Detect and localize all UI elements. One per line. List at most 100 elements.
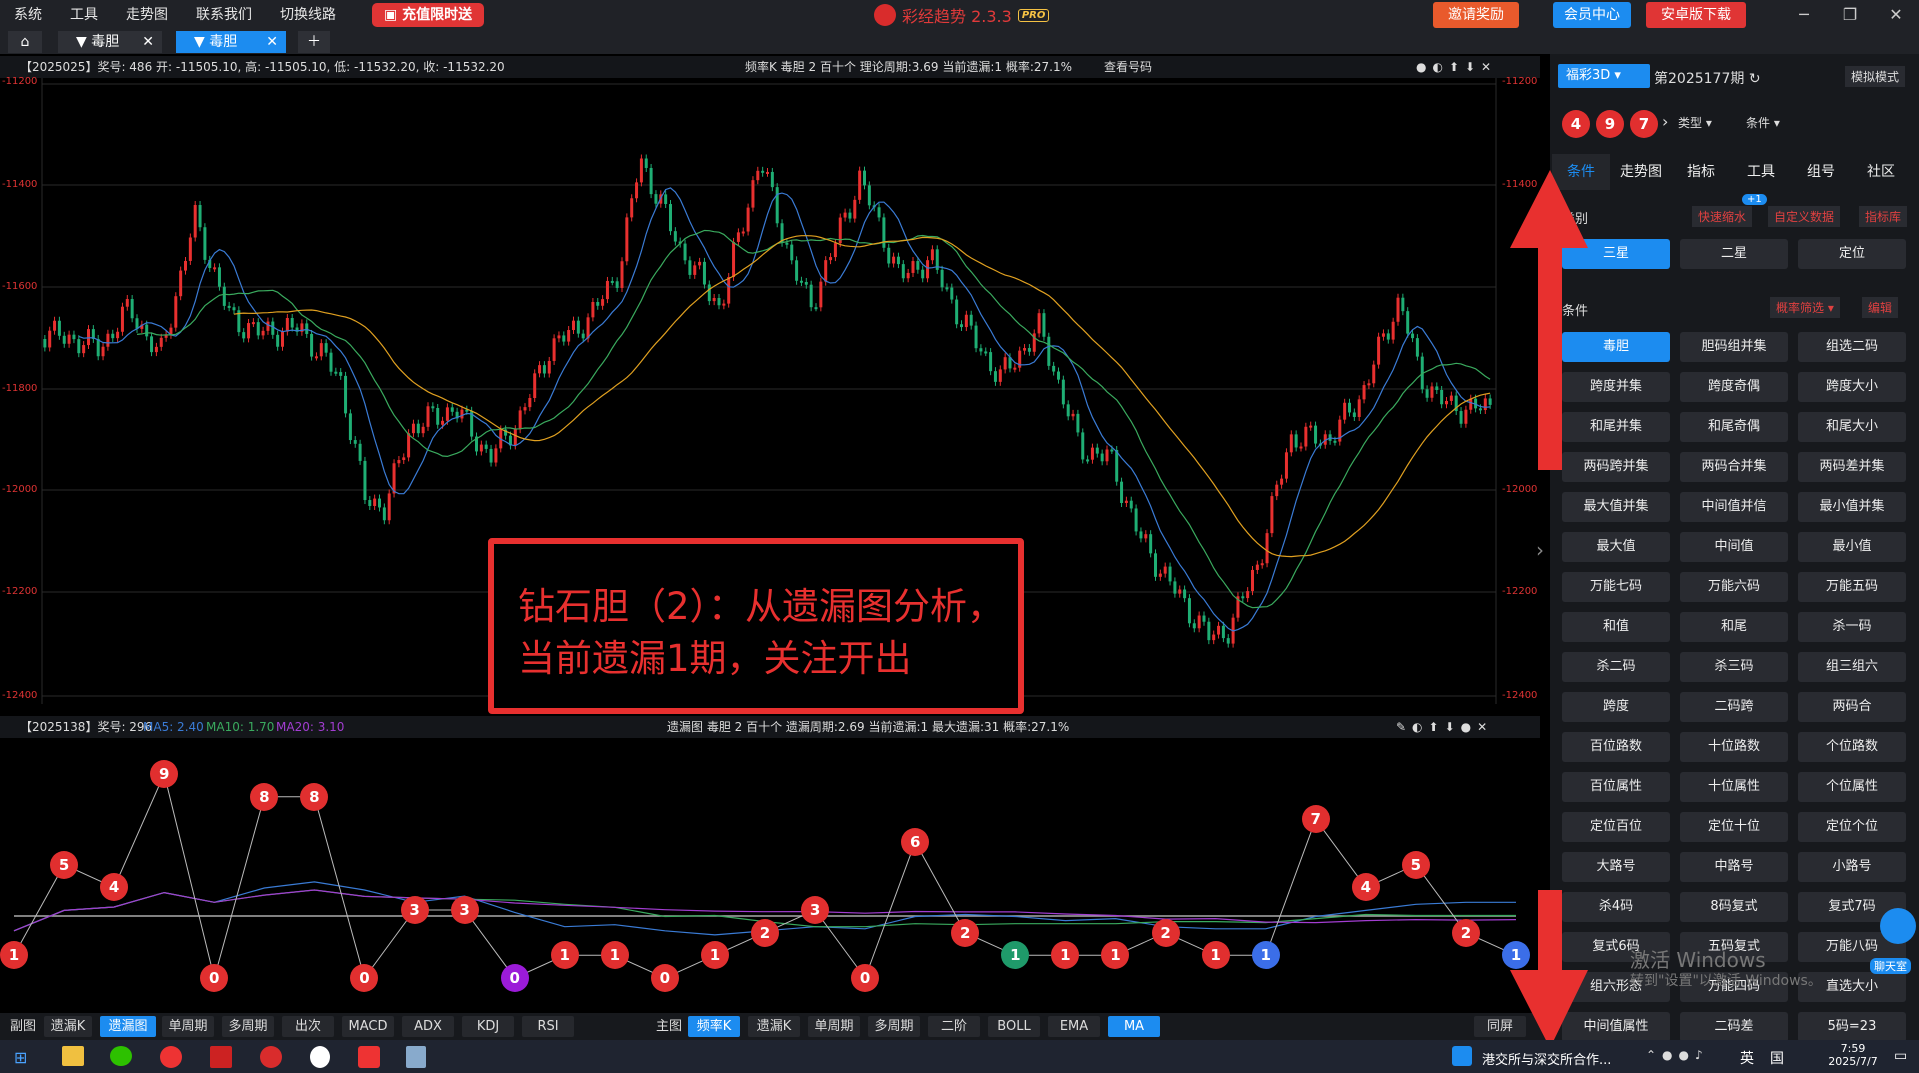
btn-adx[interactable]: ADX bbox=[402, 1016, 454, 1037]
tab-right-5[interactable]: 社区 bbox=[1852, 154, 1910, 190]
type-select[interactable]: 类型 ▾ bbox=[1678, 114, 1738, 131]
add-tab-icon[interactable]: ＋ bbox=[298, 31, 330, 53]
omission-ball[interactable]: 0 bbox=[500, 964, 529, 992]
condition-41[interactable]: 小路号 bbox=[1798, 852, 1906, 882]
omission-ball[interactable]: 3 bbox=[801, 896, 830, 925]
omission-ball[interactable]: 1 bbox=[550, 941, 579, 970]
ime-indicator[interactable]: 英 bbox=[1740, 1048, 1754, 1068]
omission-ball[interactable]: 3 bbox=[400, 896, 429, 925]
condition-35[interactable]: 个位属性 bbox=[1798, 772, 1906, 802]
btn-main-single-period[interactable]: 单周期 bbox=[808, 1016, 860, 1037]
condition-37[interactable]: 定位十位 bbox=[1680, 812, 1788, 842]
condition-4[interactable]: 跨度奇偶 bbox=[1680, 372, 1788, 402]
tab-right-1[interactable]: 走势图 bbox=[1612, 154, 1670, 190]
condition-32[interactable]: 个位路数 bbox=[1798, 732, 1906, 762]
btn-macd[interactable]: MACD bbox=[342, 1016, 394, 1037]
omission-ball[interactable]: 1 bbox=[600, 941, 629, 970]
btn-ema[interactable]: EMA bbox=[1048, 1016, 1100, 1037]
tab-1[interactable]: ▼ 毒胆 ✕ bbox=[58, 31, 162, 53]
condition-28[interactable]: 二码跨 bbox=[1680, 692, 1788, 722]
omission-ball[interactable]: 1 bbox=[1251, 941, 1280, 970]
omission-ball[interactable]: 5 bbox=[50, 850, 79, 879]
lottery-select[interactable]: 福彩3D ▾ bbox=[1558, 64, 1650, 88]
home-icon[interactable]: ⌂ bbox=[8, 31, 42, 53]
omission-ball[interactable]: 1 bbox=[1201, 941, 1230, 970]
omission-ball[interactable]: 4 bbox=[1351, 873, 1380, 902]
btn-rsi[interactable]: RSI bbox=[522, 1016, 574, 1037]
tray-icons[interactable]: ⌃●●♪ bbox=[1646, 1048, 1709, 1062]
member-center-button[interactable]: 会员中心 bbox=[1553, 2, 1631, 28]
tab-right-3[interactable]: 工具 bbox=[1732, 154, 1790, 190]
omission-ball[interactable]: 2 bbox=[951, 918, 980, 947]
windows-start-icon[interactable]: ⊞ bbox=[14, 1048, 27, 1067]
wps-icon[interactable] bbox=[358, 1046, 380, 1068]
omission-chart[interactable]: 1549088033011012306211121174521 bbox=[0, 738, 1540, 1013]
condition-select[interactable]: 条件 ▾ bbox=[1746, 114, 1806, 131]
condition-25[interactable]: 杀三码 bbox=[1680, 652, 1788, 682]
condition-2[interactable]: 组选二码 bbox=[1798, 332, 1906, 362]
chat-room-label[interactable]: 聊天室 bbox=[1870, 958, 1911, 974]
news-icon[interactable] bbox=[1452, 1046, 1472, 1066]
qq-icon[interactable] bbox=[310, 1046, 330, 1068]
simulate-mode-button[interactable]: 模拟模式 bbox=[1845, 66, 1906, 87]
check-numbers-link[interactable]: 查看号码 bbox=[1104, 56, 1152, 78]
close-icon[interactable]: ✕ bbox=[1874, 0, 1918, 30]
promo-button[interactable]: ▣ 充值限时送 bbox=[372, 3, 485, 27]
custom-data-button[interactable]: 自定义数据 bbox=[1768, 206, 1841, 227]
chevron-right-icon[interactable]: › bbox=[1662, 112, 1668, 131]
invite-button[interactable]: 邀请奖励 bbox=[1433, 2, 1519, 28]
menu-tools[interactable]: 工具 bbox=[56, 0, 112, 30]
news-ticker[interactable]: 港交所与深交所合作... bbox=[1482, 1049, 1611, 1068]
condition-23[interactable]: 杀一码 bbox=[1798, 612, 1906, 642]
btn-boll[interactable]: BOLL bbox=[988, 1016, 1040, 1037]
btn-second-order[interactable]: 二阶 bbox=[928, 1016, 980, 1037]
condition-5[interactable]: 跨度大小 bbox=[1798, 372, 1906, 402]
btn-occurrences[interactable]: 出次 bbox=[282, 1016, 334, 1037]
condition-17[interactable]: 最小值 bbox=[1798, 532, 1906, 562]
notepad-icon[interactable] bbox=[406, 1046, 426, 1068]
refresh-icon[interactable]: ↻ bbox=[1749, 71, 1761, 87]
condition-11[interactable]: 两码差并集 bbox=[1798, 452, 1906, 482]
condition-38[interactable]: 定位个位 bbox=[1798, 812, 1906, 842]
omission-ball[interactable]: 0 bbox=[650, 964, 679, 992]
main-chart[interactable]: -11200 -11400 -11600 -11800 -12000 -1220… bbox=[0, 76, 1544, 716]
wechat-icon[interactable] bbox=[110, 1046, 132, 1066]
condition-8[interactable]: 和尾大小 bbox=[1798, 412, 1906, 442]
condition-16[interactable]: 中间值 bbox=[1680, 532, 1788, 562]
btn-omission-k[interactable]: 遗漏K bbox=[44, 1016, 92, 1037]
condition-26[interactable]: 组三组六 bbox=[1798, 652, 1906, 682]
condition-34[interactable]: 十位属性 bbox=[1680, 772, 1788, 802]
category-two-star[interactable]: 二星 bbox=[1680, 239, 1788, 269]
condition-19[interactable]: 万能六码 bbox=[1680, 572, 1788, 602]
explorer-icon[interactable] bbox=[62, 1046, 84, 1066]
btn-main-omission-k[interactable]: 遗漏K bbox=[748, 1016, 800, 1037]
condition-10[interactable]: 两码合并集 bbox=[1680, 452, 1788, 482]
condition-40[interactable]: 中路号 bbox=[1680, 852, 1788, 882]
sub-tool-icons[interactable]: ✎◐⬆⬇●✕ bbox=[1396, 716, 1493, 738]
restore-icon[interactable]: ❐ bbox=[1828, 0, 1872, 30]
omission-ball[interactable]: 7 bbox=[1301, 805, 1330, 834]
omission-ball[interactable]: 0 bbox=[851, 964, 880, 992]
omission-ball[interactable]: 2 bbox=[1451, 918, 1480, 947]
omission-ball[interactable]: 2 bbox=[1151, 918, 1180, 947]
quick-shrink-button[interactable]: 快速缩水 bbox=[1692, 206, 1753, 227]
condition-1[interactable]: 胆码组并集 bbox=[1680, 332, 1788, 362]
category-position[interactable]: 定位 bbox=[1798, 239, 1906, 269]
minimize-icon[interactable]: ─ bbox=[1782, 0, 1826, 30]
ime-mode[interactable]: 国 bbox=[1770, 1048, 1784, 1068]
notification-icon[interactable]: ▭ bbox=[1894, 1048, 1907, 1064]
btn-frequency-k[interactable]: 频率K bbox=[688, 1016, 740, 1037]
btn-omission-chart[interactable]: 遗漏图 bbox=[100, 1016, 156, 1037]
condition-20[interactable]: 万能五码 bbox=[1798, 572, 1906, 602]
close-tab-icon[interactable]: ✕ bbox=[142, 31, 154, 53]
btn-multi-period[interactable]: 多周期 bbox=[222, 1016, 274, 1037]
omission-ball[interactable]: 2 bbox=[751, 918, 779, 947]
btn-main-multi-period[interactable]: 多周期 bbox=[868, 1016, 920, 1037]
condition-52[interactable]: 二码差 bbox=[1680, 1012, 1788, 1042]
omission-ball[interactable]: 8 bbox=[250, 782, 279, 811]
edit-button[interactable]: 编辑 bbox=[1862, 297, 1899, 318]
menu-switch-line[interactable]: 切换线路 bbox=[266, 0, 350, 30]
lottery-app-icon[interactable] bbox=[260, 1046, 282, 1068]
tab-right-4[interactable]: 组号 bbox=[1792, 154, 1850, 190]
condition-53[interactable]: 5码=23 bbox=[1798, 1012, 1906, 1042]
